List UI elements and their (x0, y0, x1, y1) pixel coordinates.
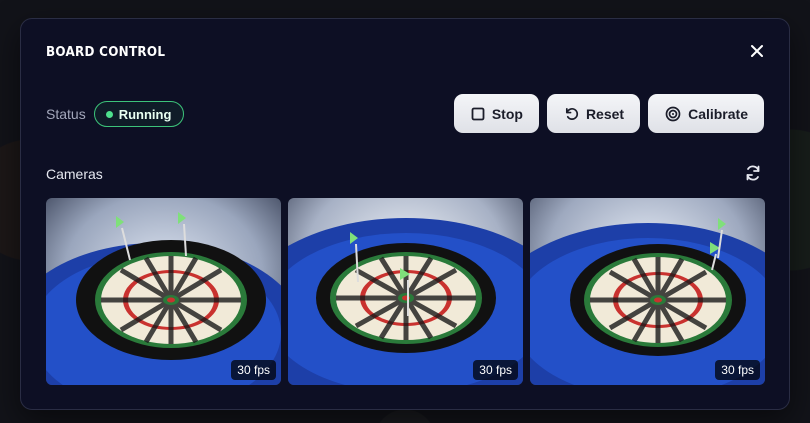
camera-feed-2[interactable]: 30 fps (288, 198, 523, 385)
cameras-heading: Cameras (46, 166, 103, 182)
dartboard-image (530, 198, 765, 385)
dartboard-image (288, 198, 523, 385)
status-badge: Running (93, 101, 185, 127)
target-icon (665, 106, 681, 121)
square-icon (471, 107, 485, 120)
calibrate-label: Calibrate (688, 105, 748, 122)
stop-label: Stop (491, 105, 523, 122)
board-actions: Stop Reset Calibrate (453, 94, 764, 133)
reset-icon (565, 107, 579, 120)
refresh-icon (746, 165, 760, 181)
fps-badge: 30 fps (231, 360, 276, 380)
camera-grid: 30 fps 30 fps 30 fps (46, 198, 765, 385)
reset-label: Reset (585, 105, 625, 122)
camera-feed-1[interactable]: 30 fps (46, 198, 281, 385)
dialog-title: BOARD CONTROL (46, 45, 166, 60)
board-control-dialog: BOARD CONTROL Status Running Stop Reset (20, 18, 790, 410)
status-value: Running (118, 106, 172, 122)
fps-badge: 30 fps (715, 360, 760, 380)
dartboard-image (46, 198, 281, 385)
status-dot-icon (105, 110, 113, 118)
calibrate-button[interactable]: Calibrate (648, 94, 764, 133)
close-button[interactable] (747, 41, 767, 61)
close-icon (751, 45, 763, 57)
refresh-cameras-button[interactable] (744, 164, 764, 184)
status-label: Status (46, 106, 86, 122)
stop-button[interactable]: Stop (453, 94, 539, 133)
reset-button[interactable]: Reset (546, 94, 641, 133)
camera-feed-3[interactable]: 30 fps (530, 198, 765, 385)
status-row: Status Running (46, 101, 185, 127)
fps-badge: 30 fps (473, 360, 518, 380)
